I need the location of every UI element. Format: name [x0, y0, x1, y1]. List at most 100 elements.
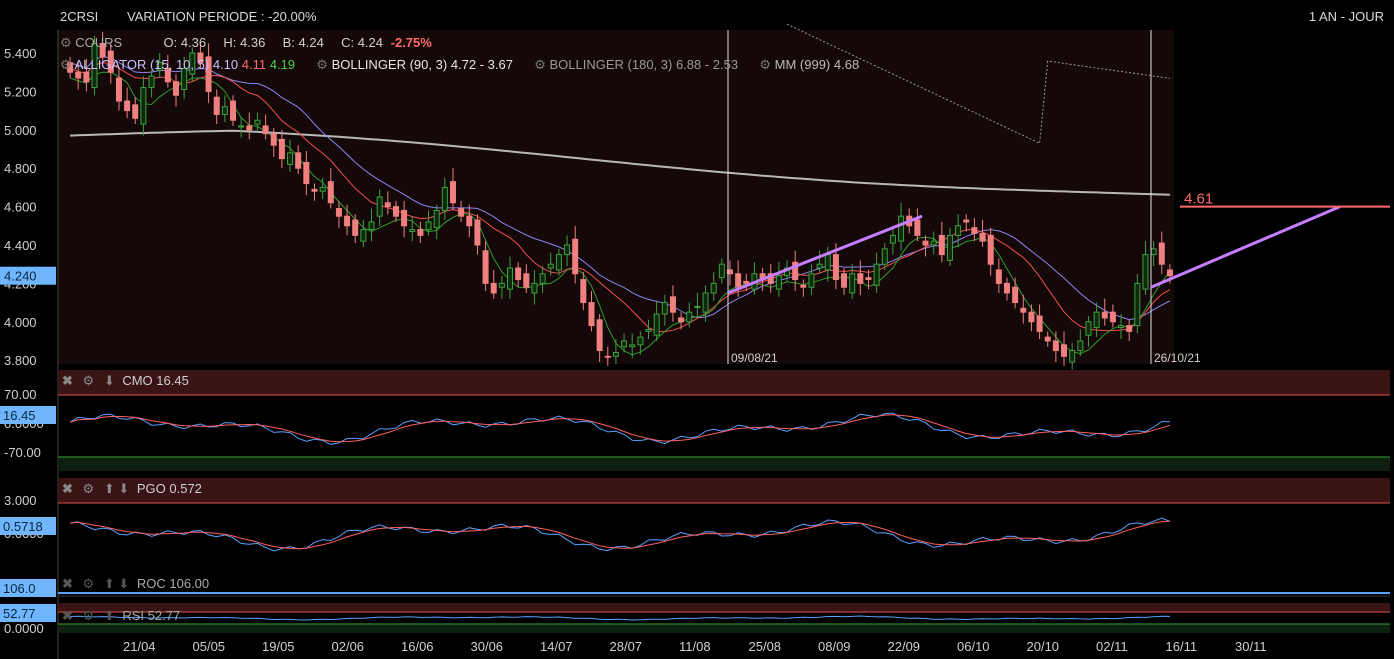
candle-body	[1003, 282, 1010, 294]
candle-body	[653, 313, 660, 336]
candle-body	[238, 125, 245, 128]
close-icon[interactable]: ✖	[62, 608, 73, 623]
gear-icon[interactable]: ⚙	[316, 57, 328, 72]
candle-body	[775, 275, 782, 290]
arrow-up-icon[interactable]: ⬆	[104, 576, 115, 591]
candle-body	[466, 215, 473, 227]
candle-body	[523, 273, 530, 288]
candle-body	[230, 100, 237, 121]
stock-chart[interactable]: 3.8004.0004.2004.4004.6004.8005.0005.200…	[0, 0, 1394, 659]
candle-body	[482, 250, 489, 284]
x-tick-label: 20/10	[1027, 639, 1060, 654]
pgo-header-bar	[58, 478, 1390, 503]
x-tick-label: 25/08	[749, 639, 782, 654]
candle-body	[547, 263, 554, 269]
candle-body	[1028, 311, 1035, 323]
cmo-panel-header: ✖ ⚙ ⬇ CMO 16.45	[62, 373, 189, 389]
bollinger-90-value: 4.72 - 3.67	[450, 57, 513, 72]
bollinger-180-value: 6.88 - 2.53	[675, 57, 739, 72]
candle-body	[270, 133, 277, 146]
candle-body	[335, 208, 342, 217]
y-tick-label: 3.800	[4, 353, 37, 368]
pgo-panel-header: ✖ ⚙ ⬆ ⬇ PGO 0.572	[62, 481, 202, 497]
alligator-jaw-value: 4.10	[212, 57, 239, 72]
candle-body	[816, 263, 823, 269]
x-tick-label: 30/11	[1235, 639, 1267, 654]
y-tick-label: 4.600	[4, 200, 37, 215]
candle-body	[1061, 344, 1068, 357]
candle-body	[612, 351, 619, 357]
candle-body	[262, 125, 269, 135]
arrow-down-icon[interactable]: ⬇	[118, 481, 129, 496]
candle-body	[392, 206, 399, 217]
candle-body	[1020, 307, 1027, 313]
legend-cours: ⚙ COURS O: 4.36 H: 4.36 B: 4.24 C: 4.24 …	[60, 35, 432, 51]
x-tick-label: 28/07	[610, 639, 643, 654]
arrow-up-icon[interactable]: ⬆	[104, 608, 115, 623]
close-icon[interactable]: ✖	[62, 576, 73, 591]
gear-icon[interactable]: ⚙	[83, 373, 95, 388]
rsi-lower-zone	[58, 624, 1390, 633]
change-value: -2.75%	[390, 35, 432, 50]
candle-body	[1052, 340, 1059, 352]
gear-icon[interactable]: ⚙	[83, 608, 95, 623]
candle-body	[710, 282, 717, 294]
candle-body	[865, 277, 872, 281]
close-icon[interactable]: ✖	[62, 481, 73, 496]
candle-body	[930, 240, 937, 246]
rsi-badge-label: 52.77	[3, 606, 36, 621]
bollinger-180-label: BOLLINGER (180, 3)	[549, 57, 673, 72]
x-tick-label: 30/06	[471, 639, 504, 654]
trendline-projection	[1150, 205, 1341, 289]
gear-icon[interactable]: ⚙	[60, 57, 72, 72]
high-value: 4.36	[240, 35, 266, 50]
gear-icon[interactable]: ⚙	[60, 35, 72, 50]
candle-body	[254, 119, 261, 125]
candle-body	[596, 319, 603, 352]
arrow-down-icon[interactable]: ⬇	[104, 373, 115, 388]
roc-badge-label: 106.0	[3, 581, 36, 596]
rsi-y-tick: 0.0000	[4, 621, 44, 636]
candle-body	[669, 296, 676, 313]
candle-body	[376, 196, 383, 217]
x-tick-label: 02/06	[332, 639, 365, 654]
candle-body	[531, 282, 538, 294]
candle-body	[995, 269, 1002, 284]
x-tick-label: 08/09	[818, 639, 851, 654]
gear-icon[interactable]: ⚙	[534, 57, 546, 72]
candle-body	[987, 234, 994, 265]
candle-body	[319, 186, 326, 192]
y-tick-label: 4.000	[4, 315, 37, 330]
pgo-title: PGO 0.572	[136, 481, 202, 496]
candle-body	[1101, 311, 1108, 319]
candle-body	[327, 181, 334, 204]
last-price-label: 4.240	[4, 269, 37, 284]
price-panel-bg	[58, 30, 1174, 364]
candle-body	[490, 282, 497, 294]
date-marker-label: 26/10/21	[1154, 351, 1201, 365]
candle-body	[645, 328, 652, 332]
candle-body	[808, 273, 815, 288]
candle-body	[694, 305, 701, 308]
candle-body	[702, 292, 709, 313]
gear-icon[interactable]: ⚙	[83, 481, 95, 496]
alligator-teeth-value: 4.11	[241, 57, 267, 72]
y-tick-label: 5.400	[4, 46, 37, 61]
close-icon[interactable]: ✖	[62, 373, 73, 388]
candle-body	[800, 284, 807, 288]
x-tick-label: 02/11	[1096, 639, 1128, 654]
arrow-down-icon[interactable]: ⬇	[118, 576, 129, 591]
candle-body	[515, 267, 522, 281]
arrow-up-icon[interactable]: ⬆	[104, 481, 115, 496]
y-tick-label: 4.800	[4, 161, 37, 176]
gear-icon[interactable]: ⚙	[83, 576, 95, 591]
candle-body	[1069, 350, 1076, 363]
gear-icon[interactable]: ⚙	[759, 57, 771, 72]
candle-body	[857, 273, 864, 284]
candle-body	[507, 267, 514, 290]
candle-body	[1166, 269, 1173, 277]
rsi-title: RSI 52.77	[122, 608, 181, 623]
candle-body	[849, 273, 856, 294]
x-tick-label: 21/04	[123, 639, 156, 654]
y-tick-label: 5.000	[4, 123, 37, 138]
